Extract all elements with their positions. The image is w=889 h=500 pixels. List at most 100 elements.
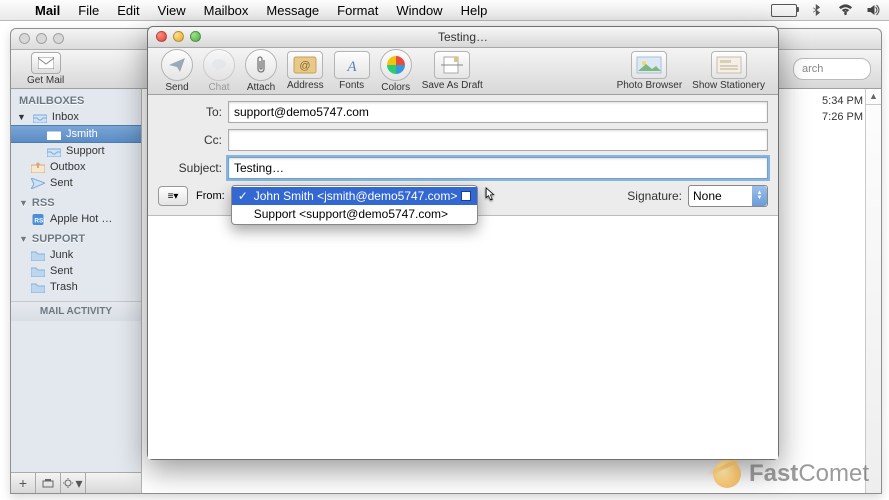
- to-label: To:: [158, 105, 228, 119]
- sidebar-label: Apple Hot …: [50, 213, 112, 225]
- sidebar-item-sent-folder[interactable]: Sent: [11, 263, 141, 279]
- add-button[interactable]: +: [11, 473, 36, 493]
- mailbox-sidebar: MAILBOXES ▼ Inbox Jsmith Support Outbox …: [11, 89, 142, 493]
- wifi-icon[interactable]: [838, 4, 853, 16]
- to-field[interactable]: support@demo5747.com: [228, 101, 768, 123]
- address-button[interactable]: @Address: [282, 51, 329, 91]
- svg-text:A: A: [346, 59, 357, 74]
- outbox-icon: [31, 162, 45, 173]
- system-menubar: Mail File Edit View Mailbox Message Form…: [0, 0, 889, 21]
- support-header[interactable]: ▼SUPPORT: [11, 227, 141, 247]
- format-menu[interactable]: Format: [328, 0, 387, 20]
- sidebar-bottom-bar: + ▾: [11, 472, 141, 493]
- message-time: 7:26 PM: [822, 111, 863, 123]
- inbox-icon: [33, 112, 47, 123]
- compose-titlebar[interactable]: Testing…: [148, 27, 778, 48]
- cursor-icon: [483, 187, 499, 206]
- watermark: FastComet: [713, 460, 869, 488]
- action-button[interactable]: ▾: [61, 473, 86, 493]
- rss-header[interactable]: ▼RSS: [11, 191, 141, 211]
- sidebar-item-sent[interactable]: Sent: [11, 175, 141, 191]
- sidebar-label: Sent: [50, 265, 73, 277]
- sidebar-label: Support: [66, 145, 105, 157]
- chat-button[interactable]: Chat: [198, 49, 240, 93]
- subject-label: Subject:: [158, 161, 228, 175]
- inbox-icon: [47, 129, 61, 140]
- message-menu[interactable]: Message: [257, 0, 328, 20]
- close-button[interactable]: [19, 33, 30, 44]
- disclosure-icon[interactable]: ▼: [17, 112, 26, 122]
- comet-icon: [713, 460, 741, 488]
- file-menu[interactable]: File: [69, 0, 108, 20]
- from-option-jsmith[interactable]: ✓ John Smith <jsmith@demo5747.com>: [232, 187, 477, 205]
- photo-browser-button[interactable]: Photo Browser: [612, 51, 688, 91]
- from-label: From:: [196, 190, 231, 202]
- mail-activity-header: MAIL ACTIVITY: [11, 301, 141, 321]
- folder-icon: [31, 250, 45, 261]
- window-title: Testing…: [438, 30, 488, 44]
- compose-body[interactable]: [148, 216, 778, 459]
- close-button[interactable]: [156, 31, 167, 42]
- from-select[interactable]: ▲▼ ✓ John Smith <jsmith@demo5747.com> Su…: [231, 186, 471, 206]
- signature-select[interactable]: None ▲▼: [688, 185, 768, 207]
- sidebar-item-outbox[interactable]: Outbox: [11, 159, 141, 175]
- zoom-button[interactable]: [53, 33, 64, 44]
- sent-icon: [31, 178, 45, 189]
- check-icon: ✓: [238, 189, 248, 203]
- sidebar-item-support[interactable]: Support: [11, 143, 141, 159]
- sidebar-label: Junk: [50, 249, 73, 261]
- scrollbar[interactable]: ▲: [865, 89, 881, 493]
- zoom-button[interactable]: [190, 31, 201, 42]
- colors-button[interactable]: Colors: [375, 49, 417, 93]
- subject-field[interactable]: Testing…: [228, 157, 768, 179]
- minimize-button[interactable]: [173, 31, 184, 42]
- signature-label: Signature:: [627, 189, 682, 203]
- view-menu[interactable]: View: [149, 0, 195, 20]
- sidebar-item-trash[interactable]: Trash: [11, 279, 141, 295]
- svg-text:RSS: RSS: [34, 217, 45, 224]
- sidebar-item-inbox[interactable]: ▼ Inbox: [11, 109, 141, 125]
- cc-label: Cc:: [158, 133, 228, 147]
- mailbox-menu[interactable]: Mailbox: [195, 0, 258, 20]
- sidebar-item-jsmith[interactable]: Jsmith: [11, 125, 141, 143]
- activity-button[interactable]: [36, 473, 61, 493]
- window-menu[interactable]: Window: [387, 0, 451, 20]
- help-menu[interactable]: Help: [452, 0, 497, 20]
- search-field[interactable]: arch: [793, 58, 871, 80]
- sidebar-label: Trash: [50, 281, 78, 293]
- inbox-icon: [47, 146, 61, 157]
- sidebar-label: Outbox: [50, 161, 85, 173]
- get-mail-label: Get Mail: [27, 75, 64, 86]
- send-button[interactable]: Send: [156, 49, 198, 93]
- cc-field[interactable]: [228, 129, 768, 151]
- mailboxes-header: MAILBOXES: [11, 89, 141, 109]
- from-option-support[interactable]: Support <support@demo5747.com>: [232, 205, 477, 223]
- svg-text:@: @: [300, 60, 311, 72]
- save-draft-button[interactable]: Save As Draft: [417, 51, 488, 91]
- rss-icon: RSS: [31, 214, 45, 225]
- bluetooth-icon[interactable]: [810, 4, 825, 16]
- sidebar-item-junk[interactable]: Junk: [11, 247, 141, 263]
- from-dropdown[interactable]: ✓ John Smith <jsmith@demo5747.com> Suppo…: [231, 185, 478, 225]
- app-menu[interactable]: Mail: [26, 0, 69, 20]
- folder-icon: [31, 282, 45, 293]
- compose-toolbar: Send Chat Attach @Address AFonts Colors …: [148, 48, 778, 95]
- battery-icon[interactable]: [771, 4, 797, 17]
- sidebar-item-apple-hot[interactable]: RSS Apple Hot …: [11, 211, 141, 227]
- sidebar-label: Inbox: [52, 111, 79, 123]
- fonts-button[interactable]: AFonts: [329, 51, 375, 91]
- get-mail-button[interactable]: Get Mail: [21, 52, 70, 86]
- compose-headers: To: support@demo5747.com Cc: Subject: Te…: [148, 95, 778, 216]
- attach-button[interactable]: Attach: [240, 49, 282, 93]
- compose-window: Testing… Send Chat Attach @Address AFont…: [147, 26, 779, 460]
- folder-icon: [31, 266, 45, 277]
- edit-menu[interactable]: Edit: [108, 0, 148, 20]
- header-options-button[interactable]: ≡▾: [158, 186, 188, 206]
- apple-menu[interactable]: [8, 0, 26, 20]
- volume-icon[interactable]: [866, 4, 881, 16]
- minimize-button[interactable]: [36, 33, 47, 44]
- show-stationery-button[interactable]: Show Stationery: [687, 51, 770, 91]
- message-time: 5:34 PM: [822, 95, 863, 107]
- sidebar-label: Jsmith: [66, 128, 98, 140]
- sidebar-label: Sent: [50, 177, 73, 189]
